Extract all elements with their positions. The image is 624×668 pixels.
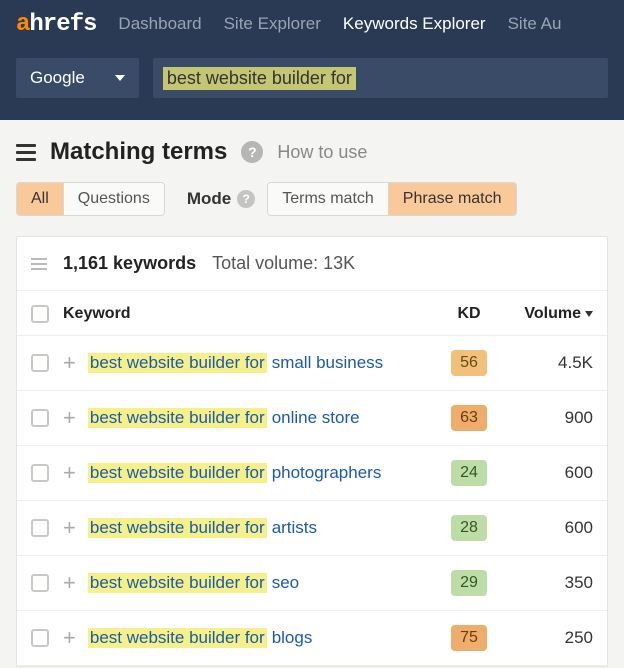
keyword-cell[interactable]: best website builder forphotographers	[88, 463, 441, 483]
keyword-prefix: best website builder for	[88, 573, 267, 593]
keyword-cell[interactable]: best website builder foronline store	[88, 408, 441, 428]
tab-questions[interactable]: Questions	[64, 183, 164, 215]
nav-dashboard[interactable]: Dashboard	[118, 14, 201, 34]
kd-cell: 24	[441, 460, 497, 486]
row-checkbox[interactable]	[31, 519, 49, 537]
mode-label: Mode ?	[187, 189, 255, 209]
expand-icon[interactable]: +	[63, 407, 76, 429]
keyword-prefix: best website builder for	[88, 408, 267, 428]
nav-keywords-explorer[interactable]: Keywords Explorer	[343, 14, 486, 34]
volume-cell: 4.5K	[497, 353, 593, 373]
list-icon[interactable]	[31, 258, 47, 270]
keyword-suffix: seo	[269, 573, 299, 593]
logo[interactable]: ahrefs	[16, 11, 96, 38]
menu-icon[interactable]	[16, 144, 36, 161]
kd-cell: 75	[441, 625, 497, 651]
keyword-cell[interactable]: best website builder forartists	[88, 518, 441, 538]
search-engine-label: Google	[30, 68, 85, 88]
logo-text: hrefs	[29, 11, 96, 38]
table-row: + best website builder forblogs 75 250	[17, 611, 607, 666]
keyword-cell[interactable]: best website builder forseo	[88, 573, 441, 593]
keyword-cell[interactable]: best website builder forblogs	[88, 628, 441, 648]
volume-cell: 250	[497, 628, 593, 648]
kd-badge: 56	[451, 350, 487, 376]
mode-help-icon[interactable]: ?	[237, 190, 255, 208]
volume-cell: 900	[497, 408, 593, 428]
search-bar: Google best website builder for	[0, 48, 624, 120]
keyword-suffix: blogs	[269, 628, 313, 648]
results-panel: 1,161 keywords Total volume: 13K Keyword…	[16, 236, 608, 667]
page-header: Matching terms ? How to use	[0, 120, 624, 182]
expand-icon[interactable]: +	[63, 572, 76, 594]
kd-cell: 29	[441, 570, 497, 596]
volume-cell: 600	[497, 463, 593, 483]
table-row: + best website builder forsmall business 5…	[17, 336, 607, 391]
kd-badge: 63	[451, 405, 487, 431]
keyword-cell[interactable]: best website builder forsmall business	[88, 353, 441, 373]
select-all-checkbox[interactable]	[31, 305, 49, 323]
tab-all[interactable]: All	[17, 183, 64, 215]
kd-badge: 28	[451, 515, 487, 541]
type-filter-group: All Questions	[16, 182, 165, 216]
mode-terms-match[interactable]: Terms match	[268, 183, 389, 215]
expand-icon[interactable]: +	[63, 462, 76, 484]
kd-badge: 24	[451, 460, 487, 486]
expand-icon[interactable]: +	[63, 352, 76, 374]
mode-filter-group: Terms match Phrase match	[267, 182, 516, 216]
keyword-suffix: artists	[269, 518, 317, 538]
expand-icon[interactable]: +	[63, 627, 76, 649]
total-volume: Total volume: 13K	[212, 253, 355, 274]
col-volume-label: Volume	[524, 305, 581, 323]
expand-icon[interactable]: +	[63, 517, 76, 539]
sort-desc-icon	[585, 311, 593, 317]
table-header: Keyword KD Volume	[17, 291, 607, 336]
row-checkbox[interactable]	[31, 629, 49, 647]
keyword-prefix: best website builder for	[88, 353, 267, 373]
kd-badge: 29	[451, 570, 487, 596]
help-icon[interactable]: ?	[241, 141, 263, 163]
col-volume[interactable]: Volume	[497, 305, 593, 323]
table-row: + best website builder forartists 28 600	[17, 501, 607, 556]
col-keyword[interactable]: Keyword	[63, 305, 441, 323]
filter-row: All Questions Mode ? Terms match Phrase …	[0, 182, 624, 230]
row-checkbox[interactable]	[31, 464, 49, 482]
mode-text: Mode	[187, 189, 231, 209]
row-checkbox[interactable]	[31, 354, 49, 372]
mode-phrase-match[interactable]: Phrase match	[389, 183, 516, 215]
volume-cell: 600	[497, 518, 593, 538]
results-summary: 1,161 keywords Total volume: 13K	[17, 237, 607, 291]
keyword-prefix: best website builder for	[88, 463, 267, 483]
keyword-suffix: small business	[269, 353, 384, 373]
table-body: +best website builder forsmall business5…	[17, 336, 607, 666]
keyword-suffix: online store	[269, 408, 360, 428]
volume-cell: 350	[497, 573, 593, 593]
table-row: + best website builder forphotographers 24…	[17, 446, 607, 501]
row-checkbox[interactable]	[31, 409, 49, 427]
nav-site-explorer[interactable]: Site Explorer	[224, 14, 321, 34]
search-input[interactable]: best website builder for	[153, 58, 608, 98]
search-engine-select[interactable]: Google	[16, 58, 139, 98]
keyword-count: 1,161 keywords	[63, 253, 196, 274]
keyword-suffix: photographers	[269, 463, 382, 483]
how-to-use-link[interactable]: How to use	[277, 142, 367, 163]
logo-a: a	[16, 11, 29, 38]
chevron-down-icon	[115, 75, 125, 81]
keyword-prefix: best website builder for	[88, 628, 267, 648]
col-kd[interactable]: KD	[441, 305, 497, 323]
kd-cell: 56	[441, 350, 497, 376]
table-row: + best website builder forseo 29 350	[17, 556, 607, 611]
nav-site-audit[interactable]: Site Au	[508, 14, 562, 34]
kd-cell: 28	[441, 515, 497, 541]
top-nav: ahrefs Dashboard Site Explorer Keywords …	[0, 0, 624, 48]
kd-cell: 63	[441, 405, 497, 431]
kd-badge: 75	[451, 625, 487, 651]
table-row: + best website builder foronline store 63 9…	[17, 391, 607, 446]
keyword-prefix: best website builder for	[88, 518, 267, 538]
page-title: Matching terms	[50, 138, 227, 166]
search-query-highlight: best website builder for	[163, 67, 356, 90]
row-checkbox[interactable]	[31, 574, 49, 592]
